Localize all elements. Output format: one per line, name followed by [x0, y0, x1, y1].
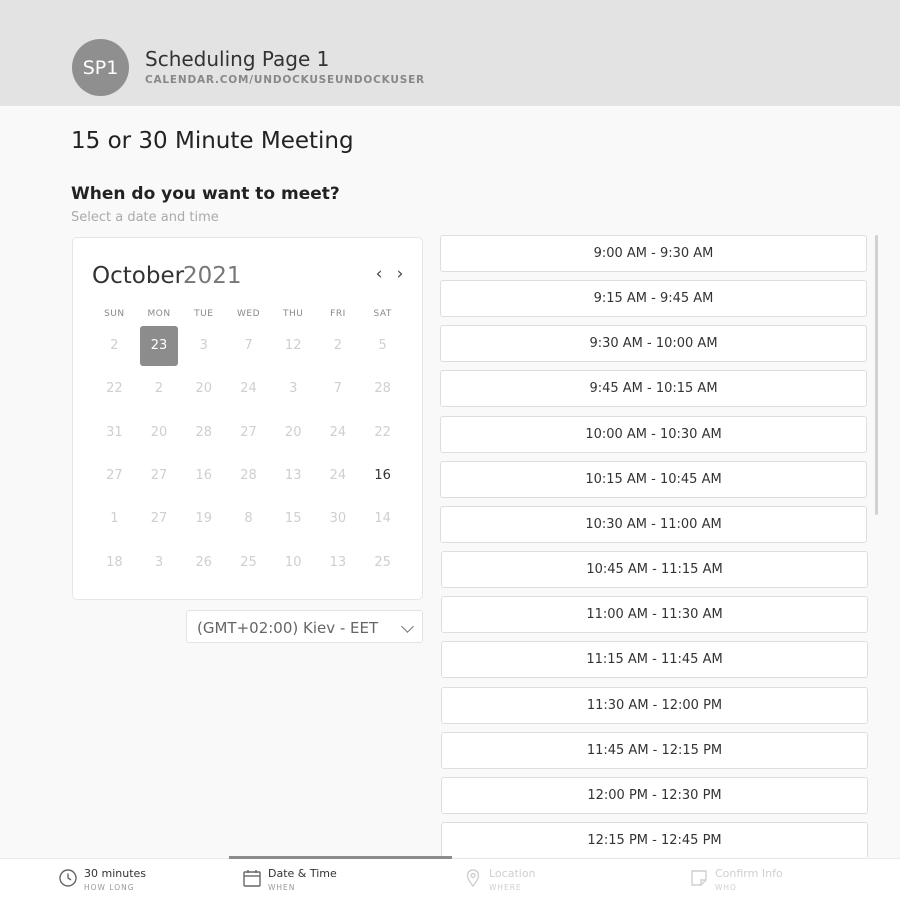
calendar-day[interactable]: 2 [92, 324, 137, 367]
calendar-day[interactable]: 30 [316, 497, 361, 540]
calendar-day[interactable]: 27 [226, 411, 271, 454]
location-pin-icon [466, 869, 480, 888]
calendar-day-grid: 2 23 3 7 12 2 5 22 2 20 24 3 7 28 31 20 28 27 20 24 22 27 27 16… [92, 324, 405, 584]
calendar-day[interactable]: 28 [226, 454, 271, 497]
calendar-day[interactable]: 20 [137, 411, 182, 454]
calendar-day[interactable]: 16 [360, 454, 405, 497]
step-sublabel: WHERE [489, 883, 522, 892]
step-sublabel: WHEN [268, 883, 296, 892]
avatar: SP1 [72, 39, 129, 96]
calendar-day[interactable]: 16 [181, 454, 226, 497]
time-slot-button[interactable]: 9:00 AM - 9:30 AM [440, 235, 867, 272]
weekday-label: WED [237, 309, 261, 319]
weekday-label: MON [147, 309, 171, 319]
note-icon [691, 870, 707, 886]
calendar-day[interactable]: 28 [360, 367, 405, 410]
calendar-day[interactable]: 5 [360, 324, 405, 367]
calendar-day[interactable]: 28 [181, 411, 226, 454]
calendar-day[interactable]: 31 [92, 411, 137, 454]
date-picker-calendar: October 2021 ‹ › SUN MON TUE WED THU FRI SAT 2… [72, 237, 423, 600]
weekday-label: TUE [194, 309, 214, 319]
step-label: Confirm Info [715, 867, 783, 880]
step-label: Location [489, 867, 536, 880]
step-progress-indicator [229, 856, 452, 859]
calendar-day[interactable]: 1 [92, 497, 137, 540]
calendar-day[interactable]: 13 [271, 454, 316, 497]
calendar-day[interactable]: 3 [181, 324, 226, 367]
calendar-year: 2021 [183, 263, 242, 289]
time-slot-button[interactable]: 12:15 PM - 12:45 PM [441, 821, 868, 857]
time-slot-button[interactable]: 9:30 AM - 10:00 AM [440, 325, 867, 363]
weekday-header: SUN MON TUE WED THU FRI SAT [92, 309, 405, 319]
time-slot-button[interactable]: 11:30 AM - 12:00 PM [441, 686, 868, 724]
calendar-day[interactable]: 25 [360, 540, 405, 583]
time-slot-button[interactable]: 11:45 AM - 12:15 PM [441, 731, 868, 769]
calendar-day[interactable]: 22 [92, 367, 137, 410]
time-slot-button[interactable]: 12:00 PM - 12:30 PM [441, 776, 868, 814]
calendar-day[interactable]: 15 [271, 497, 316, 540]
scheduling-page-url[interactable]: CALENDAR.COM/UNDOCKUSEUNDOCKUSER [145, 74, 425, 86]
chevron-right-icon[interactable]: › [392, 264, 408, 284]
calendar-day[interactable]: 22 [360, 411, 405, 454]
time-slot-button[interactable]: 10:45 AM - 11:15 AM [441, 551, 868, 589]
step-sublabel: HOW LONG [84, 883, 135, 892]
weekday-label: SUN [104, 309, 125, 319]
page-header: SP1 Scheduling Page 1 CALENDAR.COM/UNDOC… [0, 0, 900, 106]
chevron-left-icon[interactable]: ‹ [371, 264, 387, 284]
section-heading: When do you want to meet? [71, 184, 340, 204]
calendar-day[interactable]: 20 [271, 411, 316, 454]
scheduling-page-name: Scheduling Page 1 [145, 47, 330, 71]
calendar-day[interactable]: 27 [137, 454, 182, 497]
timezone-select[interactable]: (GMT+02:00) Kiev - EET [186, 610, 423, 643]
chevron-down-icon [401, 620, 414, 633]
calendar-month: October [92, 263, 185, 289]
calendar-day[interactable]: 8 [226, 497, 271, 540]
time-slot-list[interactable]: 9:00 AM - 9:30 AM 9:15 AM - 9:45 AM 9:30 A… [440, 235, 869, 857]
weekday-label: THU [283, 309, 304, 319]
timezone-value: (GMT+02:00) Kiev - EET [197, 619, 379, 637]
calendar-day[interactable]: 25 [226, 540, 271, 583]
calendar-day[interactable]: 2 [316, 324, 361, 367]
step-label: Date & Time [268, 867, 337, 880]
calendar-day[interactable]: 14 [360, 497, 405, 540]
time-slot-button[interactable]: 11:00 AM - 11:30 AM [441, 596, 868, 634]
meeting-title: 15 or 30 Minute Meeting [71, 128, 354, 154]
time-slot-button[interactable]: 9:45 AM - 10:15 AM [440, 370, 867, 408]
time-slot-button[interactable]: 10:00 AM - 10:30 AM [440, 415, 867, 453]
calendar-day[interactable]: 19 [181, 497, 226, 540]
calendar-day[interactable]: 27 [92, 454, 137, 497]
time-slot-button[interactable]: 10:15 AM - 10:45 AM [440, 460, 867, 498]
time-slot-button[interactable]: 9:15 AM - 9:45 AM [440, 280, 867, 318]
calendar-day-number: 23 [140, 325, 179, 366]
calendar-day[interactable]: 13 [316, 540, 361, 583]
calendar-day[interactable]: 12 [271, 324, 316, 367]
calendar-day[interactable]: 26 [181, 540, 226, 583]
calendar-day[interactable]: 7 [316, 367, 361, 410]
calendar-day[interactable]: 7 [226, 324, 271, 367]
calendar-day[interactable]: 20 [181, 367, 226, 410]
calendar-day-selected[interactable]: 23 [137, 324, 182, 367]
weekday-label: FRI [330, 309, 346, 319]
step-label: 30 minutes [84, 867, 147, 880]
clock-icon [59, 869, 77, 887]
time-slot-scrollbar[interactable] [875, 235, 878, 515]
calendar-day[interactable]: 2 [137, 367, 182, 410]
time-slot-button[interactable]: 11:15 AM - 11:45 AM [441, 641, 868, 679]
section-hint: Select a date and time [71, 210, 219, 225]
calendar-day[interactable]: 3 [271, 367, 316, 410]
weekday-label: SAT [373, 309, 392, 319]
calendar-day[interactable]: 24 [316, 454, 361, 497]
calendar-day[interactable]: 24 [316, 411, 361, 454]
step-sublabel: WHO [715, 883, 737, 892]
calendar-day[interactable]: 24 [226, 367, 271, 410]
calendar-icon [243, 870, 261, 887]
calendar-day[interactable]: 10 [271, 540, 316, 583]
calendar-day[interactable]: 27 [137, 497, 182, 540]
calendar-day[interactable]: 18 [92, 540, 137, 583]
calendar-day[interactable]: 3 [137, 540, 182, 583]
time-slot-button[interactable]: 10:30 AM - 11:00 AM [440, 505, 867, 543]
